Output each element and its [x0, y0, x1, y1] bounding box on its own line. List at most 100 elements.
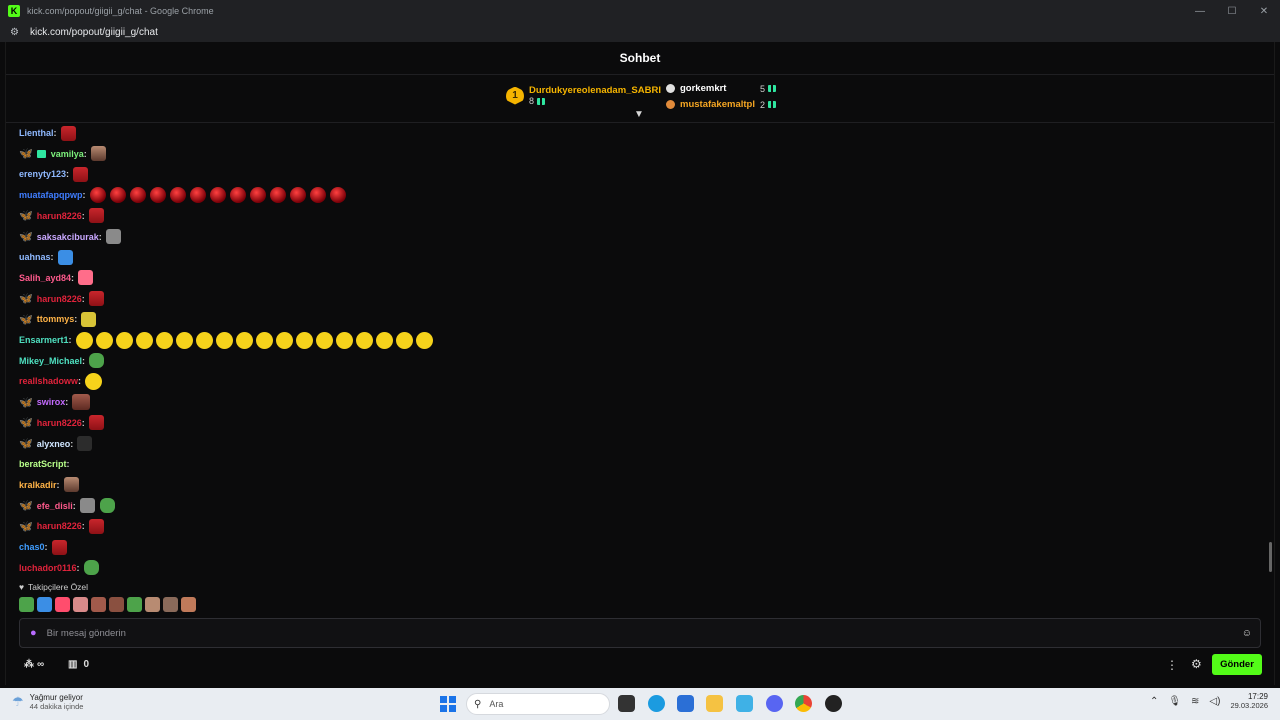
- emote-icon[interactable]: [189, 187, 206, 204]
- emote-icon[interactable]: [57, 249, 73, 265]
- subscriber-emote-icon[interactable]: [109, 597, 124, 612]
- emote-icon[interactable]: [269, 187, 286, 204]
- weather-widget[interactable]: ☂ Yağmur geliyor 44 dakika içinde: [12, 693, 83, 711]
- emote-icon[interactable]: [75, 331, 93, 349]
- app-icon[interactable]: [825, 695, 842, 712]
- subscriber-emote-icon[interactable]: [145, 597, 160, 612]
- emote-icon[interactable]: [175, 331, 193, 349]
- clock[interactable]: 17:29 29.03.2026: [1230, 692, 1268, 710]
- emote-icon[interactable]: [235, 331, 253, 349]
- emote-icon[interactable]: [335, 331, 353, 349]
- emote-icon[interactable]: [315, 331, 333, 349]
- chat-username[interactable]: erenyty123: [19, 169, 66, 179]
- microphone-tray-icon[interactable]: 🎙: [1168, 696, 1181, 707]
- emote-icon[interactable]: [88, 518, 104, 534]
- channel-points[interactable]: ⁂ ∞: [24, 659, 44, 670]
- emote-icon[interactable]: [209, 187, 226, 204]
- emote-icon[interactable]: [229, 187, 246, 204]
- filter-icon[interactable]: ▼: [634, 109, 644, 120]
- chat-username[interactable]: efe_disli: [37, 501, 73, 511]
- more-options-icon[interactable]: ⋮: [1166, 658, 1178, 672]
- emote-icon[interactable]: [89, 187, 106, 204]
- chat-username[interactable]: beratScript: [19, 459, 67, 469]
- taskbar-search[interactable]: ⚲ Ara: [466, 693, 610, 715]
- task-view-icon[interactable]: [618, 695, 635, 712]
- emote-icon[interactable]: [89, 353, 105, 369]
- chat-username[interactable]: harun8226: [37, 294, 82, 304]
- subscriber-emote-icon[interactable]: [73, 597, 88, 612]
- windows-start-icon[interactable]: [440, 696, 456, 712]
- send-button[interactable]: Gönder: [1212, 654, 1262, 675]
- emote-icon[interactable]: [83, 560, 99, 576]
- volume-icon[interactable]: ◁): [1209, 696, 1220, 707]
- emote-icon[interactable]: [81, 311, 97, 327]
- subscriber-emote-icon[interactable]: [91, 597, 106, 612]
- message-input-box[interactable]: ● ☺: [19, 618, 1261, 648]
- subscriber-emote-icon[interactable]: [19, 597, 34, 612]
- chat-username[interactable]: harun8226: [37, 211, 82, 221]
- emote-icon[interactable]: [129, 187, 146, 204]
- close-button[interactable]: ✕: [1248, 0, 1280, 22]
- chat-username[interactable]: chas0: [19, 542, 45, 552]
- leaderboard-third[interactable]: mustafakemaltpl 2: [666, 99, 776, 110]
- chat-username[interactable]: Ensarmert1: [19, 335, 69, 345]
- emote-icon[interactable]: [51, 539, 67, 555]
- leaderboard-first[interactable]: 1 Durdukyereolenadam_SABRI 8: [506, 85, 661, 106]
- emote-icon[interactable]: [415, 331, 433, 349]
- chat-username[interactable]: saksakciburak: [37, 232, 99, 242]
- emote-icon[interactable]: [395, 331, 413, 349]
- chat-username[interactable]: Mikey_Michael: [19, 356, 82, 366]
- chat-username[interactable]: ttommys: [37, 314, 75, 324]
- emote-icon[interactable]: [329, 187, 346, 204]
- emote-icon[interactable]: [63, 477, 79, 493]
- emote-icon[interactable]: [77, 436, 93, 451]
- emote-icon[interactable]: [90, 146, 106, 162]
- emote-icon[interactable]: [255, 331, 273, 349]
- chat-username[interactable]: reallshadoww: [19, 376, 78, 386]
- chat-username[interactable]: muatafapqpwp: [19, 190, 83, 200]
- chat-username[interactable]: vamilya: [51, 149, 84, 159]
- maximize-button[interactable]: ☐: [1216, 0, 1248, 22]
- emote-icon[interactable]: [72, 394, 91, 411]
- emote-icon[interactable]: [88, 291, 104, 307]
- emote-icon[interactable]: [88, 415, 104, 431]
- emote-icon[interactable]: [115, 331, 133, 349]
- emote-icon[interactable]: [78, 270, 94, 286]
- subscriber-emote-icon[interactable]: [163, 597, 178, 612]
- emote-icon[interactable]: [79, 498, 95, 514]
- chat-username[interactable]: uahnas: [19, 252, 51, 262]
- emote-icon[interactable]: [95, 331, 113, 349]
- chat-username[interactable]: luchador0116: [19, 563, 77, 573]
- edge-icon[interactable]: [648, 695, 665, 712]
- settings-gear-icon[interactable]: ⚙: [1191, 657, 1202, 671]
- emote-icon[interactable]: [73, 166, 89, 182]
- emote-icon[interactable]: [155, 331, 173, 349]
- emote-icon[interactable]: [195, 331, 213, 349]
- store-app-icon[interactable]: [677, 695, 694, 712]
- chat-username[interactable]: Salih_ayd84: [19, 273, 71, 283]
- emote-icon[interactable]: [109, 187, 126, 204]
- emote-icon[interactable]: [275, 331, 293, 349]
- chat-username[interactable]: alyxneo: [37, 439, 71, 449]
- emote-icon[interactable]: [60, 125, 76, 141]
- leaderboard-second[interactable]: gorkemkrt 5: [666, 83, 776, 94]
- subscriber-emote-icon[interactable]: [181, 597, 196, 612]
- chat-username[interactable]: harun8226: [37, 521, 82, 531]
- subscriber-emote-icon[interactable]: [37, 597, 52, 612]
- chat-username[interactable]: harun8226: [37, 418, 82, 428]
- chat-username[interactable]: kralkadir: [19, 480, 57, 490]
- emoji-icon[interactable]: ☺: [1242, 628, 1252, 639]
- settings-app-icon[interactable]: [736, 695, 753, 712]
- emote-icon[interactable]: [355, 331, 373, 349]
- subscriber-emote-icon[interactable]: [127, 597, 142, 612]
- site-settings-icon[interactable]: ⚙: [10, 27, 22, 38]
- chat-username[interactable]: swirox: [37, 397, 66, 407]
- file-explorer-icon[interactable]: [706, 695, 723, 712]
- emote-icon[interactable]: [309, 187, 326, 204]
- chat-username[interactable]: Lienthal: [19, 128, 54, 138]
- emote-icon[interactable]: [99, 498, 115, 514]
- emote-icon[interactable]: [88, 208, 104, 224]
- chevron-up-icon[interactable]: ⌃: [1150, 696, 1158, 707]
- minimize-button[interactable]: —: [1184, 0, 1216, 22]
- emote-icon[interactable]: [149, 187, 166, 204]
